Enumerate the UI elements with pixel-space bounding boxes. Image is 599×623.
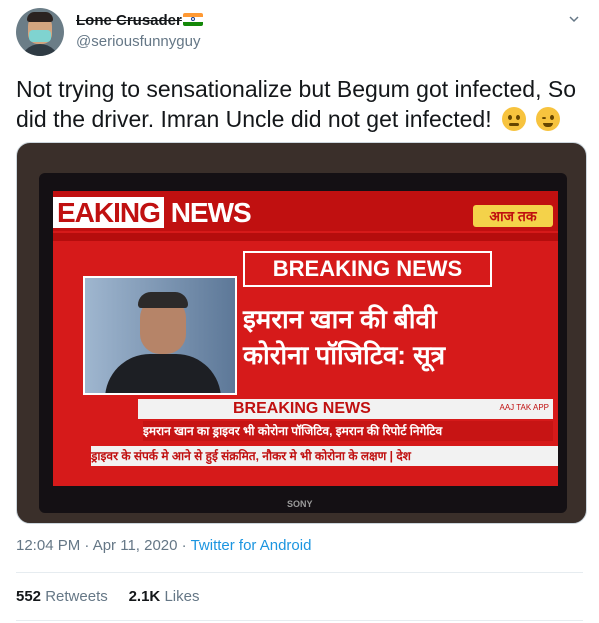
tweet-meta: 12:04 PM · Apr 11, 2020 · Twitter for An… bbox=[16, 537, 311, 554]
winking-face-icon bbox=[536, 107, 561, 131]
bar-app-label: AAJ TAK APP bbox=[499, 403, 549, 412]
news-strip bbox=[53, 233, 558, 241]
tweet-stats: 552 Retweets 2.1K Likes bbox=[16, 588, 199, 605]
ticker-line-2: ड्राइवर के संपर्क मे आने से हुई संक्रमित… bbox=[91, 446, 558, 466]
retweets-label: Retweets bbox=[45, 588, 108, 605]
retweets-stat[interactable]: 552 Retweets bbox=[16, 588, 108, 605]
thinking-face-icon bbox=[502, 107, 526, 131]
india-flag-icon bbox=[183, 13, 203, 26]
tweet-timestamp[interactable]: 12:04 PM · Apr 11, 2020 · bbox=[16, 537, 191, 554]
news-photo bbox=[83, 276, 237, 395]
headline-left: EAKING bbox=[53, 197, 164, 228]
display-name[interactable]: Lone Crusader bbox=[76, 12, 182, 29]
avatar[interactable] bbox=[16, 8, 64, 56]
ticker-line-1: इमरान खान का ड्राइवर भी कोरोना पॉजिटिव, … bbox=[143, 421, 553, 441]
likes-stat[interactable]: 2.1K Likes bbox=[129, 588, 200, 605]
avatar-body bbox=[20, 44, 60, 56]
chevron-down-icon[interactable] bbox=[569, 14, 579, 24]
tweet-media[interactable]: EAKING NEWS आज तक BREAKING NEWS इमरान खा… bbox=[16, 142, 587, 524]
divider-bottom bbox=[16, 620, 583, 621]
channel-logo: आज तक bbox=[473, 205, 553, 227]
avatar-mask bbox=[29, 30, 51, 42]
divider bbox=[16, 572, 583, 573]
retweets-count: 552 bbox=[16, 588, 42, 605]
bar-label: BREAKING NEWS bbox=[233, 400, 371, 417]
tweet-text: Not trying to sensationalize but Begum g… bbox=[16, 74, 576, 134]
tweet-body: Not trying to sensationalize but Begum g… bbox=[16, 76, 576, 132]
tweet-source-link[interactable]: Twitter for Android bbox=[191, 537, 312, 554]
avatar-hair bbox=[27, 12, 53, 22]
headline-right: NEWS bbox=[170, 197, 252, 228]
breaking-news-bar: BREAKING NEWS AAJ TAK APP bbox=[138, 399, 553, 419]
tweet-card: Lone Crusader @seriousfunnyguy Not tryin… bbox=[0, 0, 599, 623]
hindi-line-1: इमरान खान की बीवी bbox=[243, 304, 437, 334]
likes-count: 2.1K bbox=[128, 588, 161, 605]
tv-screen: EAKING NEWS आज तक BREAKING NEWS इमरान खा… bbox=[53, 191, 558, 486]
hindi-line-2: कोरोना पॉजिटिव: सूत्र bbox=[243, 340, 446, 370]
likes-label: Likes bbox=[164, 588, 200, 605]
user-handle[interactable]: @seriousfunnyguy bbox=[76, 33, 200, 50]
hindi-headline: इमरान खान की बीवी कोरोना पॉजिटिव: सूत्र bbox=[243, 301, 543, 373]
tv-brand: SONY bbox=[287, 499, 313, 509]
breaking-news-box: BREAKING NEWS bbox=[243, 251, 492, 287]
news-headline: EAKING NEWS bbox=[53, 197, 252, 229]
